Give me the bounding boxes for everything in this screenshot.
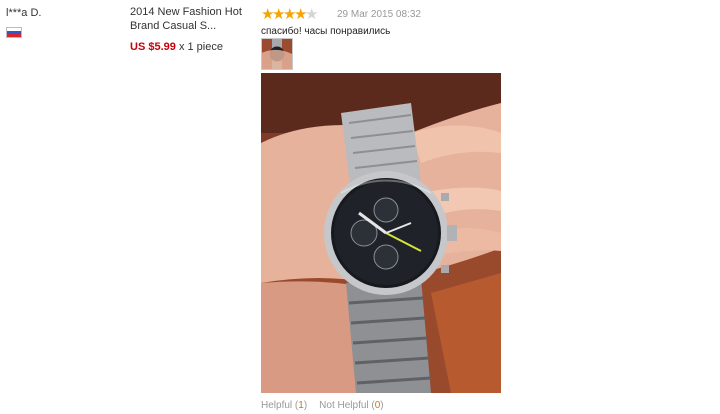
not-helpful-link[interactable]: Not Helpful (0): [319, 400, 383, 411]
helpful-link[interactable]: Helpful (1): [261, 400, 307, 411]
review-text: спасибо! часы понравились: [261, 26, 391, 37]
not-helpful-count: 0: [374, 400, 381, 411]
not-helpful-label: Not Helpful: [319, 400, 369, 411]
review-date: 29 Mar 2015 08:32: [337, 9, 421, 20]
russia-flag-icon: [6, 27, 22, 38]
buyer-name: l***a D.: [6, 7, 42, 19]
review-photo[interactable]: [261, 73, 501, 393]
price-line: US $5.99 x 1 piece: [130, 41, 223, 53]
product-quantity: x 1 piece: [178, 41, 223, 53]
helpful-label: Helpful: [261, 400, 293, 411]
product-info: 2014 New Fashion Hot Brand Casual S... U…: [130, 5, 250, 53]
star-empty-icon: ★: [305, 6, 319, 23]
helpful-count: 1: [298, 400, 304, 411]
photo-thumbnail[interactable]: [261, 38, 293, 70]
product-title-link[interactable]: 2014 New Fashion Hot Brand Casual S...: [130, 5, 248, 33]
buyer-info: l***a D.: [6, 7, 116, 38]
feedback-row: l***a D. 2014 New Fashion Hot Brand Casu…: [0, 0, 720, 414]
star-rating: ★★★★★: [261, 6, 319, 23]
product-price: US $5.99: [130, 41, 176, 53]
helpful-votes: Helpful (1) Not Helpful (0): [261, 400, 384, 411]
